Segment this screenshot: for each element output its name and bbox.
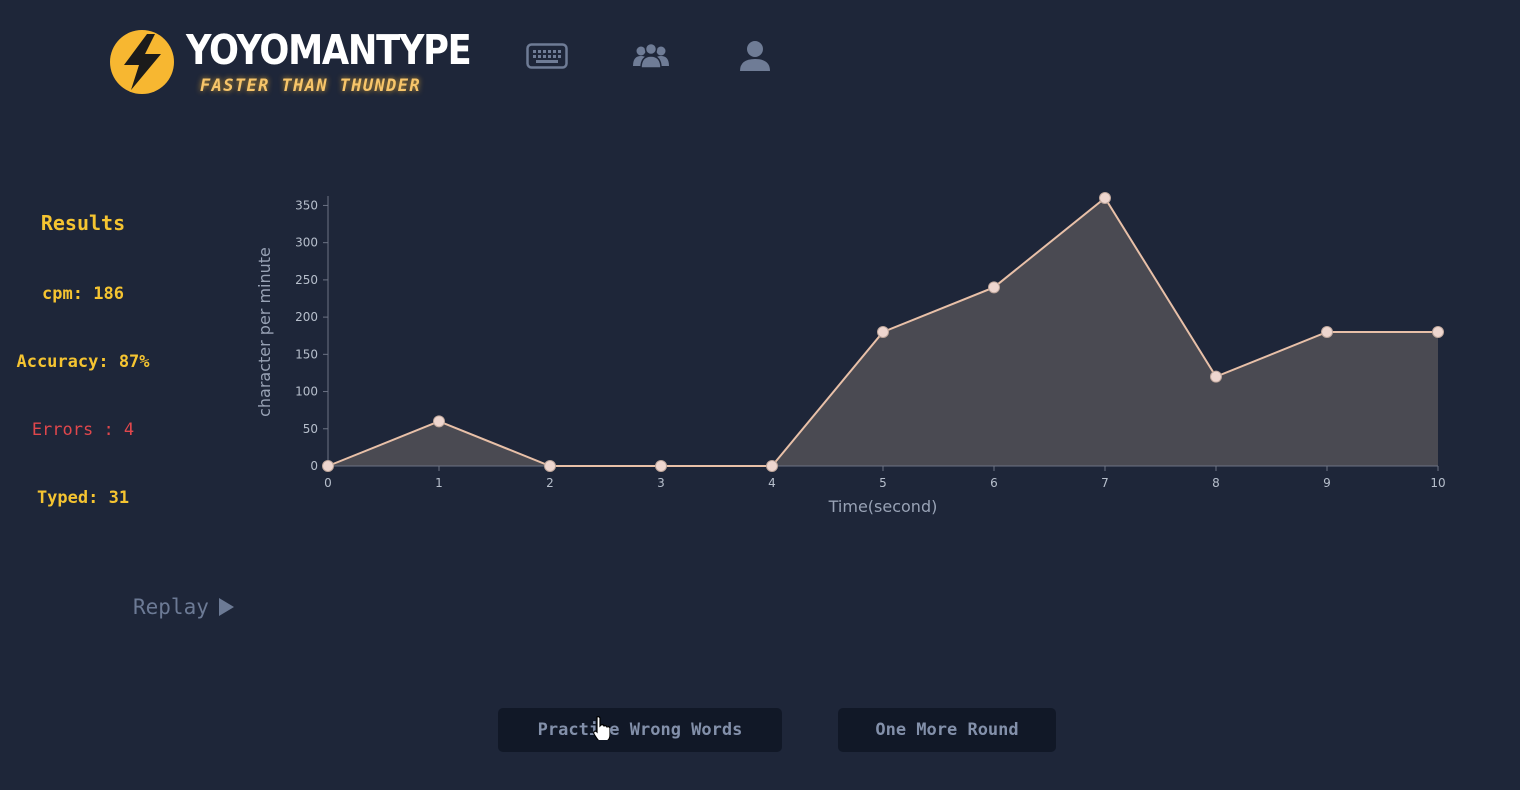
x-tick-label: 6	[990, 476, 998, 490]
x-tick-label: 3	[657, 476, 665, 490]
practice-wrong-words-button[interactable]: Practice Wrong Words	[498, 708, 782, 752]
cpm-over-time-chart: 0 50 100 150 200 250 300 350 0 1 2 3 4 5 6 7 8 9 10 Time(se…	[255, 192, 1446, 516]
x-tick-label: 9	[1323, 476, 1331, 490]
keyboard-icon[interactable]	[526, 42, 568, 74]
one-more-round-button[interactable]: One More Round	[838, 708, 1056, 752]
data-point	[544, 460, 556, 472]
lightning-logo-icon	[110, 30, 174, 94]
data-point	[655, 460, 667, 472]
y-tick-label: 50	[303, 422, 318, 436]
results-title: Results	[40, 211, 126, 235]
hand-cursor-icon	[592, 716, 611, 744]
data-point	[877, 326, 889, 338]
errors-stat: Errors : 4	[31, 420, 135, 440]
cpm-stat: cpm: 186	[42, 284, 124, 304]
y-tick-label: 150	[295, 347, 318, 361]
x-tick-label: 0	[324, 476, 332, 490]
y-tick-label: 300	[295, 236, 318, 250]
y-tick-label: 350	[295, 198, 318, 212]
x-axis-title: Time(second)	[828, 497, 938, 516]
typed-stat: Typed: 31	[36, 488, 130, 508]
typing-results-page: YOYOMANTYPE FASTER THAN THUNDER Results …	[0, 0, 1520, 790]
replay-label: Replay	[133, 595, 209, 619]
group-icon[interactable]	[632, 42, 670, 74]
x-tick-label: 5	[879, 476, 887, 490]
x-tick-label: 7	[1101, 476, 1109, 490]
x-tick-label: 2	[546, 476, 554, 490]
x-tick-label: 1	[435, 476, 443, 490]
replay-button[interactable]: Replay	[133, 595, 234, 619]
y-axis-title: character per minute	[255, 247, 274, 417]
data-point	[433, 415, 445, 428]
x-tick-label: 8	[1212, 476, 1220, 490]
y-tick-label: 200	[295, 310, 318, 324]
x-tick-label: 10	[1430, 476, 1445, 490]
data-point	[1210, 370, 1222, 383]
user-icon[interactable]	[738, 40, 772, 76]
brand-tagline: FASTER THAN THUNDER	[200, 76, 422, 96]
y-tick-label: 250	[295, 273, 318, 287]
brand-logo[interactable]: YOYOMANTYPE FASTER THAN THUNDER	[108, 26, 472, 102]
data-point	[1432, 326, 1444, 338]
accuracy-stat: Accuracy: 87%	[16, 352, 150, 372]
play-icon	[218, 598, 234, 616]
data-point	[1099, 192, 1111, 204]
data-point	[1321, 326, 1333, 338]
brand-name: YOYOMANTYPE	[186, 26, 472, 74]
series-line	[327, 196, 1438, 467]
data-point	[322, 460, 334, 472]
x-tick-label: 4	[768, 476, 776, 490]
data-point	[988, 281, 1000, 294]
y-tick-label: 100	[295, 385, 318, 399]
chart-area-fill	[328, 198, 1438, 466]
data-point	[766, 460, 778, 472]
y-tick-label: 0	[310, 459, 318, 473]
